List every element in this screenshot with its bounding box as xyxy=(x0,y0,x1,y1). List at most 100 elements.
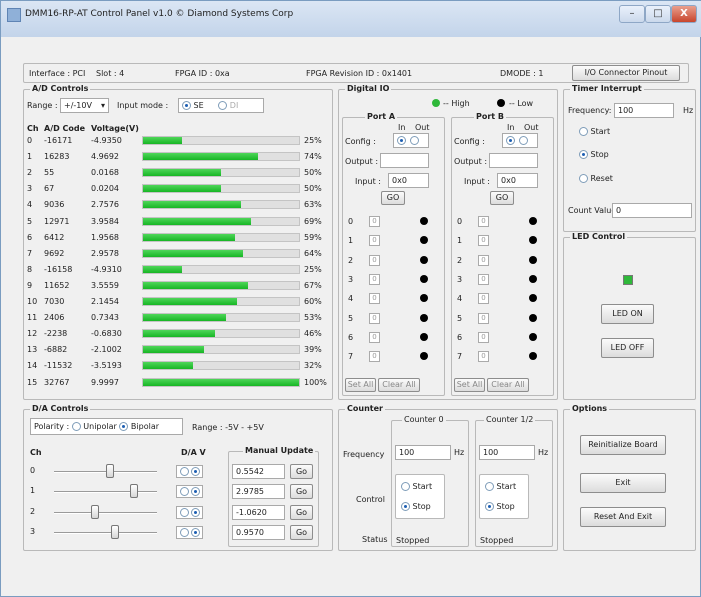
unipolar-radio[interactable] xyxy=(71,422,81,431)
da-row-radio-on[interactable] xyxy=(191,507,200,517)
ad-row-percent: 25% xyxy=(304,136,322,145)
da-row-go-button[interactable]: Go xyxy=(290,504,313,520)
port-b-bit-checkbox[interactable]: 0 xyxy=(478,273,489,285)
timer-reset-option[interactable]: Reset xyxy=(579,174,613,183)
io-connector-pinout-button[interactable]: I/O Connector Pinout xyxy=(572,65,680,81)
counter-0-frequency-input[interactable]: 100 xyxy=(395,445,451,460)
port-a-output-input[interactable] xyxy=(380,153,429,168)
mode-se-radio[interactable] xyxy=(182,101,191,110)
counter-12-frequency-input[interactable]: 100 xyxy=(479,445,535,460)
reinitialize-board-button[interactable]: Reinitialize Board xyxy=(580,435,666,455)
da-row-value-input[interactable]: 0.9570 xyxy=(232,524,285,540)
ad-row-code: 9036 xyxy=(44,200,65,210)
port-a-bit-checkbox[interactable]: 0 xyxy=(369,254,380,266)
timer-stop-option[interactable]: Stop xyxy=(579,150,609,159)
port-a-config-out-radio[interactable] xyxy=(410,136,419,145)
da-row-slider-thumb[interactable] xyxy=(111,524,119,539)
port-b-bit-checkbox[interactable]: 0 xyxy=(478,312,489,324)
da-row-radio-off[interactable] xyxy=(180,507,189,517)
count-value-field: 0 xyxy=(612,203,692,218)
da-row-value-input[interactable]: 0.5542 xyxy=(232,464,285,479)
da-row-radio-off[interactable] xyxy=(180,487,189,497)
port-b-config-out-radio[interactable] xyxy=(519,136,528,145)
exit-button[interactable]: Exit xyxy=(580,473,666,493)
counter-12-start-option[interactable]: Start xyxy=(485,482,516,491)
port-b-config-radios xyxy=(502,133,538,148)
ad-row-code: 67 xyxy=(44,184,55,194)
reset-and-exit-button[interactable]: Reset And Exit xyxy=(580,507,666,527)
close-button[interactable]: X xyxy=(671,5,697,23)
port-a-bit-checkbox[interactable]: 0 xyxy=(369,216,380,227)
counter-0-stop-option[interactable]: Stop xyxy=(401,502,431,511)
ad-row-voltage: 3.9584 xyxy=(91,216,119,226)
port-a-go-button[interactable]: GO xyxy=(381,191,405,205)
bipolar-radio[interactable] xyxy=(119,422,129,431)
col-voltage-header: Voltage(V) xyxy=(91,124,139,133)
port-a-clear-all-button[interactable]: Clear All xyxy=(378,378,420,392)
title-bar[interactable]: DMM16-RP-AT Control Panel v1.0 © Diamond… xyxy=(1,1,701,37)
da-row-slider-thumb[interactable] xyxy=(106,464,115,478)
ad-row-percent: 32% xyxy=(304,361,322,371)
counter-0-start-option[interactable]: Start xyxy=(401,482,432,491)
da-ch-header: Ch xyxy=(30,448,42,457)
high-indicator-icon xyxy=(432,99,440,107)
ad-row-channel: 12 xyxy=(27,329,38,339)
col-ch-header: Ch xyxy=(27,124,39,133)
da-row-go-button[interactable]: Go xyxy=(290,464,313,479)
port-a-bit-checkbox[interactable]: 0 xyxy=(369,273,380,285)
da-row-slider-track[interactable] xyxy=(54,491,157,494)
da-row-radio-on[interactable] xyxy=(191,467,200,476)
da-row-radio-on[interactable] xyxy=(191,487,200,497)
da-row-radio-off[interactable] xyxy=(180,527,189,537)
da-row-slider-thumb[interactable] xyxy=(91,504,100,519)
port-b-config-in-radio[interactable] xyxy=(506,136,515,145)
port-b-clear-all-button[interactable]: Clear All xyxy=(487,378,529,392)
port-b-bit-checkbox[interactable]: 0 xyxy=(478,216,489,227)
maximize-button[interactable]: □ xyxy=(645,5,671,23)
port-a-input-value: 0x0 xyxy=(388,173,429,188)
chevron-down-icon: ▾ xyxy=(100,101,105,110)
ad-row-level-bar xyxy=(142,136,300,145)
timer-start-option[interactable]: Start xyxy=(579,127,610,136)
da-row-value-input[interactable]: -1.0620 xyxy=(232,504,285,520)
da-row-go-button[interactable]: Go xyxy=(290,524,313,540)
timer-frequency-input[interactable]: 100 xyxy=(614,103,674,118)
ad-row-code: 2406 xyxy=(44,313,65,323)
da-row-slider-thumb[interactable] xyxy=(130,484,138,499)
port-a-bit-checkbox[interactable]: 0 xyxy=(369,235,380,247)
port-b-output-input[interactable] xyxy=(489,153,538,168)
window-title: DMM16-RP-AT Control Panel v1.0 © Diamond… xyxy=(25,9,294,19)
mode-di-radio[interactable] xyxy=(218,101,228,110)
da-row-slider-track[interactable] xyxy=(54,531,157,534)
ad-row-level-fill xyxy=(143,362,193,370)
da-row-radio-on[interactable] xyxy=(191,527,200,537)
da-row-value-input[interactable]: 2.9785 xyxy=(232,484,285,500)
port-a-bit-label: 7 xyxy=(348,352,354,362)
port-a-bit-checkbox[interactable]: 0 xyxy=(369,331,380,343)
ad-row-percent: 50% xyxy=(304,184,322,194)
digital-io-group: Digital IO -- High -- Low Port A In Out Con… xyxy=(338,84,558,400)
port-a-bit-checkbox[interactable]: 0 xyxy=(369,351,380,363)
da-row-radio-off[interactable] xyxy=(180,467,189,476)
port-b-bit-checkbox[interactable]: 0 xyxy=(478,254,489,266)
port-a-config-in-radio[interactable] xyxy=(397,136,406,145)
port-a-set-all-button[interactable]: Set All xyxy=(345,378,376,392)
port-b-set-all-button[interactable]: Set All xyxy=(454,378,485,392)
port-a-bit-checkbox[interactable]: 0 xyxy=(369,293,380,305)
port-a-bit-checkbox[interactable]: 0 xyxy=(369,312,380,324)
da-row-slider-track[interactable] xyxy=(54,511,157,514)
da-row-go-button[interactable]: Go xyxy=(290,484,313,500)
minimize-button[interactable]: – xyxy=(619,5,645,23)
port-b-bit-checkbox[interactable]: 0 xyxy=(478,351,489,363)
counter-12-stop-option[interactable]: Stop xyxy=(485,502,515,511)
port-b-go-button[interactable]: GO xyxy=(490,191,514,205)
led-off-button[interactable]: LED OFF xyxy=(601,338,654,358)
port-a-bit-led-icon xyxy=(420,294,428,303)
counter-0-hz-label: Hz xyxy=(454,448,465,457)
led-control-group: LED Control LED ON LED OFF xyxy=(563,232,696,400)
port-b-bit-checkbox[interactable]: 0 xyxy=(478,235,489,247)
port-b-bit-checkbox[interactable]: 0 xyxy=(478,293,489,305)
range-select[interactable]: +/-10V ▾ xyxy=(60,98,109,113)
led-on-button[interactable]: LED ON xyxy=(601,304,654,324)
port-b-bit-checkbox[interactable]: 0 xyxy=(478,331,489,343)
